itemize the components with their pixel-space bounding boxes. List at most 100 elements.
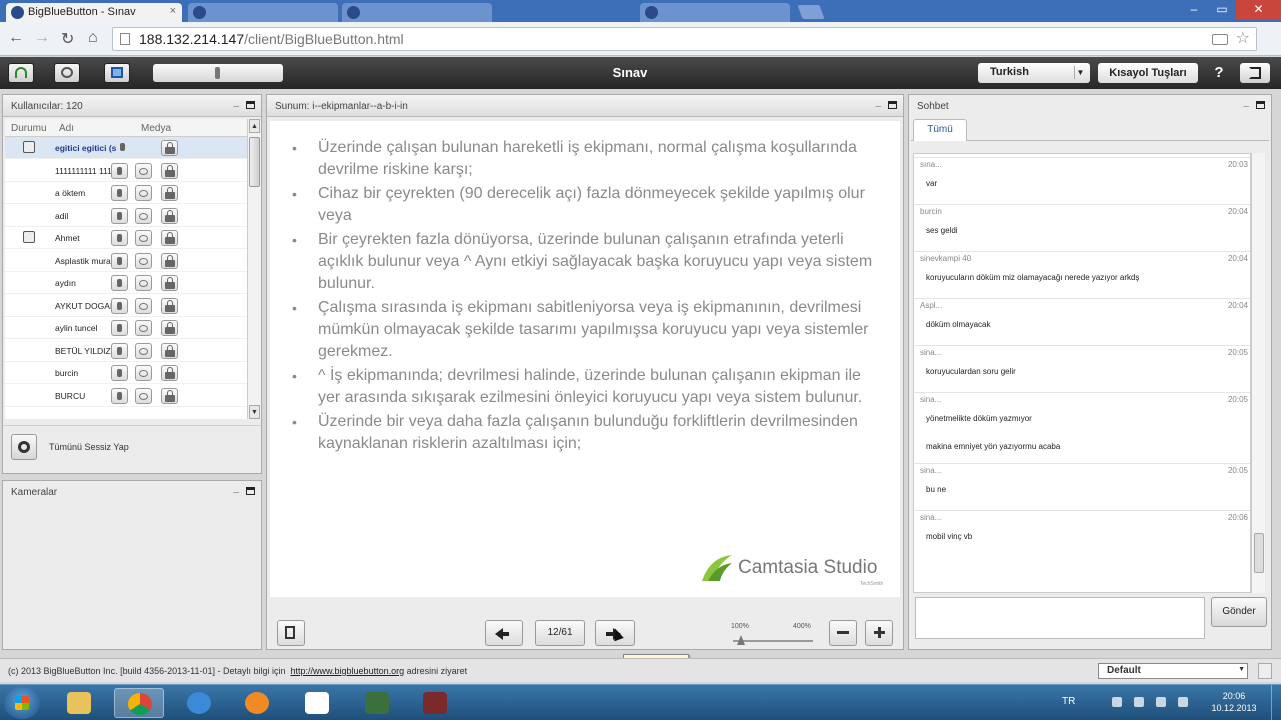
send-button[interactable]: Gönder: [1211, 597, 1267, 627]
desktop-share-button[interactable]: [104, 63, 130, 83]
shortcut-keys-button[interactable]: Kısayol Tuşları: [1098, 63, 1198, 83]
zoom-slider-track[interactable]: [733, 640, 813, 642]
taskbar-app[interactable]: [410, 688, 460, 718]
taskbar-ie[interactable]: [174, 688, 224, 718]
minimize-icon[interactable]: _: [1243, 97, 1249, 108]
webcam-icon[interactable]: [135, 207, 152, 224]
column-media[interactable]: Medya: [141, 123, 171, 134]
lock-icon[interactable]: [161, 275, 178, 291]
maximize-window-button[interactable]: ▭: [1208, 0, 1236, 20]
clock[interactable]: 20:06 10.12.2013: [1204, 690, 1264, 714]
user-row[interactable]: BURCU: [5, 385, 247, 407]
user-row[interactable]: burcin: [5, 362, 247, 384]
user-row[interactable]: Ahmet: [5, 227, 247, 249]
start-button[interactable]: [4, 687, 40, 719]
webcam-icon[interactable]: [135, 230, 152, 246]
microphone-icon[interactable]: [111, 252, 128, 269]
column-name[interactable]: Adı: [59, 123, 74, 134]
webcam-icon[interactable]: [135, 342, 152, 359]
microphone-icon[interactable]: [111, 185, 128, 201]
user-row[interactable]: AYKUT DOGAN: [5, 295, 247, 317]
microphone-icon[interactable]: [111, 207, 128, 224]
browser-tab[interactable]: [342, 3, 492, 22]
browser-tab[interactable]: [188, 3, 338, 22]
lock-icon[interactable]: [161, 320, 178, 336]
scroll-thumb[interactable]: [1254, 533, 1264, 573]
fit-page-button[interactable]: [865, 620, 893, 646]
page-scrollbar[interactable]: [1258, 663, 1272, 679]
user-row[interactable]: aydın: [5, 272, 247, 294]
lock-icon[interactable]: [161, 252, 178, 269]
webcam-button[interactable]: [54, 63, 80, 83]
microphone-icon[interactable]: [111, 342, 128, 359]
footer-link[interactable]: http://www.bigbluebutton.org: [291, 666, 405, 676]
logout-button[interactable]: [1240, 63, 1270, 83]
lock-icon[interactable]: [161, 297, 178, 314]
chat-scrollbar[interactable]: [1251, 153, 1265, 593]
user-row[interactable]: BETÜL YILDIZ: [5, 340, 247, 362]
user-row[interactable]: a öktem: [5, 182, 247, 204]
taskbar-yandex[interactable]: [292, 688, 342, 718]
maximize-icon[interactable]: [246, 101, 255, 109]
user-row[interactable]: Asplastik murat: [5, 250, 247, 272]
user-row[interactable]: adil: [5, 205, 247, 227]
help-button[interactable]: ?: [1210, 64, 1228, 81]
lock-icon[interactable]: [161, 185, 178, 201]
minimize-icon[interactable]: _: [875, 97, 881, 108]
lock-icon[interactable]: [161, 365, 178, 381]
users-scrollbar[interactable]: ▲ ▼: [247, 119, 261, 419]
close-window-button[interactable]: ✕: [1236, 0, 1281, 20]
taskbar-explorer[interactable]: [54, 688, 104, 718]
webcam-icon[interactable]: [135, 185, 152, 201]
tab-all[interactable]: Tümü: [913, 119, 967, 141]
microphone-icon[interactable]: [111, 297, 128, 314]
url-input[interactable]: 188.132.214.147/client/BigBlueButton.htm…: [112, 27, 1257, 51]
taskbar-media-player[interactable]: [232, 688, 282, 718]
lock-icon[interactable]: [161, 162, 178, 179]
upload-presentation-button[interactable]: [277, 620, 305, 646]
tray-arrow-icon[interactable]: [1112, 697, 1122, 707]
webcam-icon[interactable]: [135, 297, 152, 314]
browser-tab[interactable]: [640, 3, 790, 22]
input-language[interactable]: TR: [1062, 696, 1075, 707]
close-icon[interactable]: ×: [170, 5, 176, 17]
webcam-icon[interactable]: [135, 162, 152, 179]
user-row[interactable]: 1111111111 1111: [5, 160, 247, 182]
microphone-icon[interactable]: [111, 275, 128, 291]
microphone-icon[interactable]: [111, 320, 128, 336]
microphone-icon[interactable]: [111, 162, 128, 179]
mic-volume-slider[interactable]: [153, 64, 283, 82]
lock-icon[interactable]: [161, 140, 178, 156]
webcam-icon[interactable]: [135, 365, 152, 381]
network-icon[interactable]: [1156, 697, 1166, 707]
forward-arrow-icon[interactable]: →: [34, 29, 50, 47]
column-status[interactable]: Durumu: [11, 123, 47, 134]
previous-slide-button[interactable]: [485, 620, 523, 646]
webcam-icon[interactable]: [135, 275, 152, 291]
language-select[interactable]: Turkish ▼: [978, 63, 1090, 83]
fit-width-button[interactable]: [829, 620, 857, 646]
microphone-icon[interactable]: [111, 230, 128, 246]
bookmark-star-icon[interactable]: ☆: [1236, 28, 1250, 50]
webcam-icon[interactable]: [135, 387, 152, 404]
lock-icon[interactable]: [161, 342, 178, 359]
maximize-icon[interactable]: [888, 101, 897, 109]
page-indicator[interactable]: 12/61: [535, 620, 585, 646]
lock-icon[interactable]: [161, 207, 178, 224]
user-row[interactable]: egitici egitici (s: [5, 137, 247, 159]
lock-icon[interactable]: [161, 387, 178, 404]
webcam-icon[interactable]: [135, 252, 152, 269]
layout-select[interactable]: Default ▼: [1098, 663, 1248, 679]
scroll-up-icon[interactable]: ▲: [249, 119, 260, 133]
minimize-window-button[interactable]: –: [1180, 0, 1208, 20]
taskbar-chrome[interactable]: [114, 688, 164, 718]
maximize-icon[interactable]: [246, 487, 255, 495]
chat-message-input[interactable]: [915, 597, 1205, 639]
headset-button[interactable]: [8, 63, 34, 83]
minimize-icon[interactable]: _: [233, 483, 239, 494]
lock-icon[interactable]: [161, 230, 178, 246]
scroll-thumb[interactable]: [249, 137, 260, 187]
microphone-icon[interactable]: [115, 140, 132, 156]
microphone-icon[interactable]: [111, 365, 128, 381]
scroll-down-icon[interactable]: ▼: [249, 405, 260, 419]
